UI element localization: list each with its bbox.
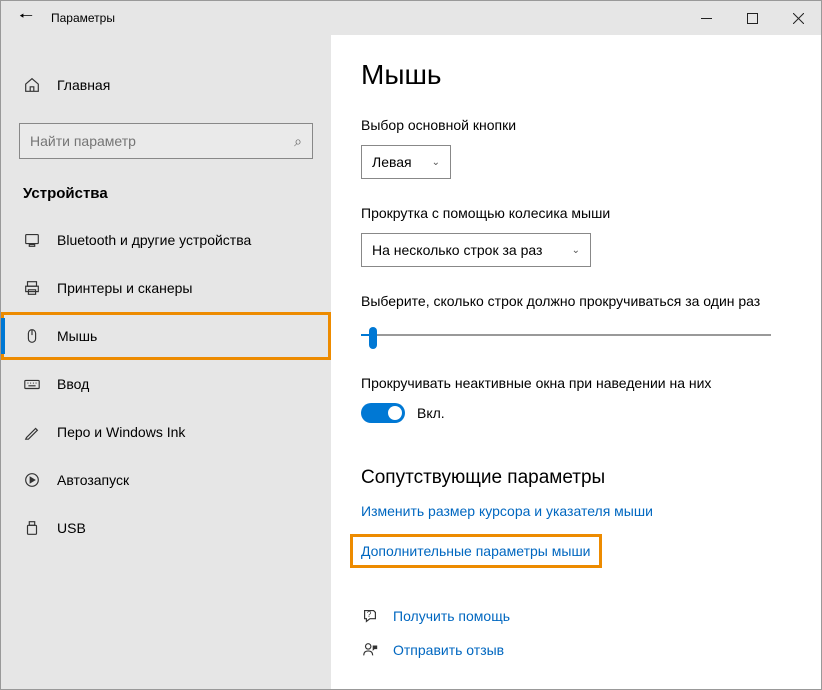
inactive-scroll-toggle[interactable]: [361, 403, 405, 423]
sidebar-item-mouse[interactable]: Мышь: [1, 312, 331, 360]
help-link-label: Получить помощь: [393, 608, 510, 624]
sidebar-item-printers[interactable]: Принтеры и сканеры: [1, 264, 331, 312]
devices-icon: [23, 231, 41, 249]
sidebar-item-typing[interactable]: Ввод: [1, 360, 331, 408]
nav-label: Bluetooth и другие устройства: [57, 232, 251, 248]
svg-text:?: ?: [367, 610, 372, 619]
autoplay-icon: [23, 471, 41, 489]
titlebar: 🠐 Параметры: [1, 1, 821, 35]
search-icon: ⌕: [294, 133, 302, 150]
nav-label: Перо и Windows Ink: [57, 424, 185, 440]
nav-label: Ввод: [57, 376, 89, 392]
advanced-mouse-link[interactable]: Дополнительные параметры мыши: [353, 537, 599, 565]
usb-icon: [23, 519, 41, 537]
primary-button-dropdown[interactable]: Левая ⌄: [361, 145, 451, 179]
help-icon: ?: [361, 607, 379, 625]
cursor-size-link[interactable]: Изменить размер курсора и указателя мыши: [361, 503, 803, 519]
lines-slider[interactable]: [361, 321, 771, 349]
home-icon: [23, 76, 41, 94]
sidebar-item-autoplay[interactable]: Автозапуск: [1, 456, 331, 504]
nav-label: Мышь: [57, 328, 97, 344]
slider-thumb[interactable]: [369, 327, 377, 349]
related-settings-header: Сопутствующие параметры: [361, 467, 803, 489]
search-input[interactable]: [30, 133, 294, 149]
scroll-wheel-label: Прокрутка с помощью колесика мыши: [361, 205, 803, 221]
close-button[interactable]: [775, 1, 821, 35]
minimize-button[interactable]: [683, 1, 729, 35]
primary-button-label: Выбор основной кнопки: [361, 117, 803, 133]
sidebar-item-usb[interactable]: USB: [1, 504, 331, 552]
toggle-state-label: Вкл.: [417, 405, 445, 421]
nav-label: USB: [57, 520, 86, 536]
main-content: Мышь Выбор основной кнопки Левая ⌄ Прокр…: [331, 35, 821, 689]
keyboard-icon: [23, 375, 41, 393]
dropdown-value: Левая: [372, 154, 412, 170]
pen-icon: [23, 423, 41, 441]
chevron-down-icon: ⌄: [432, 157, 440, 168]
home-label: Главная: [57, 77, 110, 93]
feedback-icon: [361, 641, 379, 659]
chevron-down-icon: ⌄: [572, 245, 580, 256]
home-link[interactable]: Главная: [1, 65, 331, 105]
get-help-link[interactable]: ? Получить помощь: [361, 607, 803, 625]
feedback-link[interactable]: Отправить отзыв: [361, 641, 803, 659]
window-title: Параметры: [51, 11, 115, 25]
scroll-wheel-dropdown[interactable]: На несколько строк за раз ⌄: [361, 233, 591, 267]
nav-label: Принтеры и сканеры: [57, 280, 192, 296]
feedback-link-label: Отправить отзыв: [393, 642, 504, 658]
sidebar-item-pen[interactable]: Перо и Windows Ink: [1, 408, 331, 456]
dropdown-value: На несколько строк за раз: [372, 242, 542, 258]
section-label: Устройства: [1, 159, 331, 216]
mouse-icon: [23, 327, 41, 345]
sidebar: Главная ⌕ Устройства Bluetooth и другие …: [1, 35, 331, 689]
printer-icon: [23, 279, 41, 297]
search-box[interactable]: ⌕: [19, 123, 313, 159]
inactive-scroll-label: Прокручивать неактивные окна при наведен…: [361, 375, 803, 391]
sidebar-item-bluetooth[interactable]: Bluetooth и другие устройства: [1, 216, 331, 264]
maximize-button[interactable]: [729, 1, 775, 35]
back-button[interactable]: 🠐: [19, 5, 33, 32]
page-title: Мышь: [361, 59, 803, 91]
lines-label: Выберите, сколько строк должно прокручив…: [361, 293, 803, 309]
nav-label: Автозапуск: [57, 472, 129, 488]
